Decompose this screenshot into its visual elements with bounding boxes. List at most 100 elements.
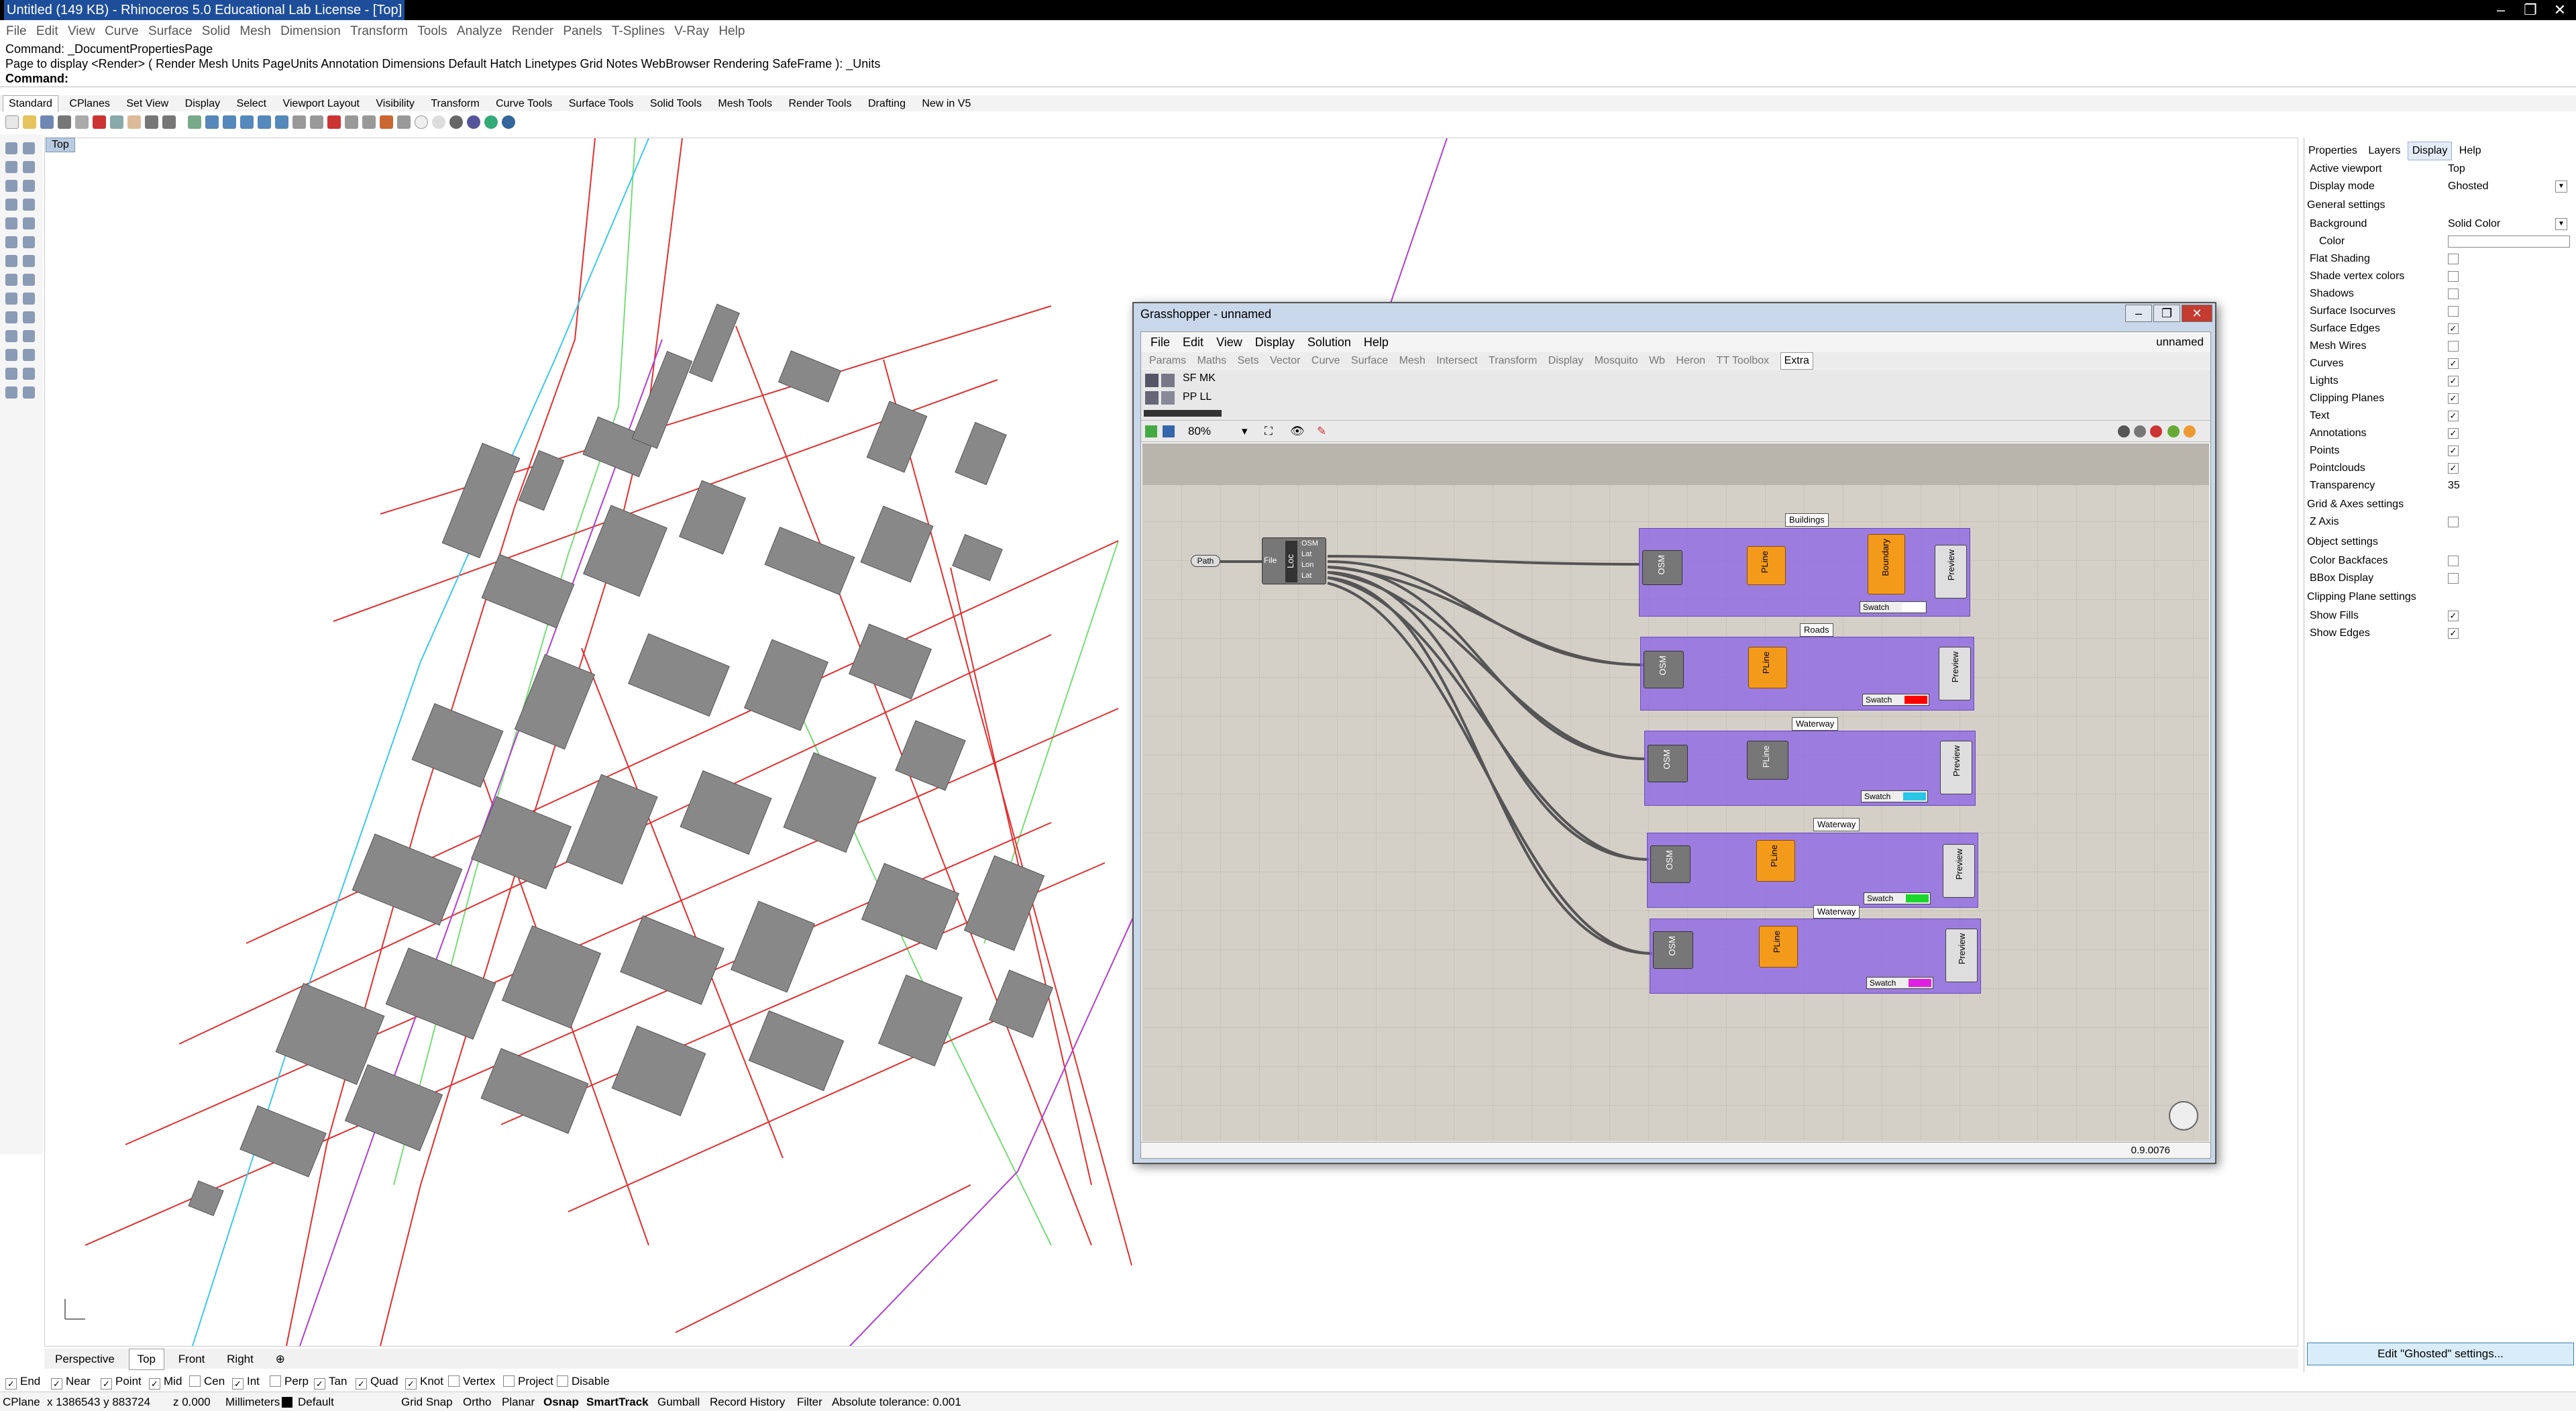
checkbox-icon[interactable]: ✓: [2448, 358, 2459, 369]
chevron-down-icon[interactable]: ▾: [1242, 421, 1248, 442]
background-value[interactable]: Solid Color: [2448, 215, 2500, 233]
flat-shading-row[interactable]: Flat Shading: [2310, 250, 2571, 268]
menu-mesh[interactable]: Mesh: [239, 21, 270, 42]
transparency-value[interactable]: 35: [2448, 477, 2460, 494]
display-mode-value[interactable]: Ghosted: [2448, 178, 2488, 195]
freeform-icon[interactable]: [23, 217, 35, 229]
checkbox-icon[interactable]: ✓: [2448, 376, 2459, 386]
tab-standard[interactable]: Standard: [3, 95, 58, 112]
trim-icon[interactable]: [23, 293, 35, 305]
help-icon[interactable]: [502, 115, 515, 129]
osnap-knot[interactable]: ✓ Knot: [405, 1371, 443, 1392]
component-icon[interactable]: [1145, 391, 1159, 405]
menu-curve[interactable]: Curve: [105, 21, 139, 42]
zoom-icon[interactable]: [223, 115, 236, 129]
waterway-group-1[interactable]: OSM PLine Preview Swatch: [1644, 731, 1976, 806]
tab-surface-tools[interactable]: Surface Tools: [564, 96, 639, 112]
component-icon[interactable]: [1145, 374, 1159, 387]
annotations-row[interactable]: Annotations ✓: [2310, 425, 2571, 442]
component-icon[interactable]: [1161, 374, 1175, 387]
text-icon[interactable]: [23, 368, 35, 380]
zoom-extents-icon[interactable]: ⛶: [1265, 421, 1273, 442]
lights-row[interactable]: Lights ✓: [2310, 372, 2571, 390]
osm-loc-component[interactable]: File Loc OSM Lat Lon Lat: [1262, 537, 1326, 584]
scale-icon[interactable]: [23, 330, 35, 342]
surface-edges-row[interactable]: Surface Edges ✓: [2310, 320, 2571, 337]
pline-component[interactable]: PLine: [1759, 926, 1798, 968]
gumball-toggle[interactable]: Gumball: [657, 1392, 700, 1411]
osnap-point[interactable]: ✓ Point: [101, 1371, 142, 1392]
menu-solid[interactable]: Solid: [202, 21, 230, 42]
surface-icon[interactable]: [5, 236, 17, 248]
grid-icon[interactable]: [292, 115, 306, 129]
undo-icon[interactable]: [145, 115, 158, 129]
menu-render[interactable]: Render: [512, 21, 553, 42]
close-icon[interactable]: ✕: [2546, 0, 2573, 20]
point-icon[interactable]: [23, 142, 35, 154]
minimize-icon[interactable]: –: [2125, 305, 2152, 322]
clipping-planes-row[interactable]: Clipping Planes ✓: [2310, 390, 2571, 407]
grasshopper-canvas[interactable]: Path File Loc OSM Lat Lon Lat OSM PLine …: [1142, 443, 2209, 1141]
render-tool-icon[interactable]: [23, 386, 35, 399]
chevron-down-icon[interactable]: ▼: [2555, 218, 2567, 230]
zoom-level[interactable]: 80%: [1188, 421, 1211, 442]
tab-solid-tools[interactable]: Solid Tools: [645, 96, 707, 112]
preview-eye-icon[interactable]: 👁: [1290, 421, 1305, 442]
bbox-display-row[interactable]: BBox Display: [2310, 570, 2571, 587]
new-file-icon[interactable]: [5, 115, 19, 129]
tab-viewport-layout[interactable]: Viewport Layout: [277, 96, 364, 112]
tab-select[interactable]: Select: [231, 96, 272, 112]
tab-set-view[interactable]: Set View: [121, 96, 174, 112]
osnap-mid[interactable]: ✓ Mid: [149, 1371, 182, 1392]
ribbon-row-2[interactable]: PP LL: [1183, 391, 1212, 403]
lights-icon[interactable]: [397, 115, 411, 129]
path-parameter[interactable]: Path: [1191, 555, 1220, 567]
swatch-component[interactable]: Swatch: [1864, 892, 1931, 904]
tab-display-panel[interactable]: Display: [2407, 142, 2453, 160]
select-icon[interactable]: [310, 115, 323, 129]
hide-icon[interactable]: [327, 115, 341, 129]
smarttrack-toggle[interactable]: SmartTrack: [586, 1392, 649, 1411]
checkbox-icon[interactable]: ✓: [2448, 323, 2459, 334]
gh-tab-curve[interactable]: Curve: [1311, 353, 1340, 369]
color-backfaces-row[interactable]: Color Backfaces: [2310, 552, 2571, 570]
transparency-row[interactable]: Transparency 35: [2310, 477, 2571, 494]
open-file-icon[interactable]: [1145, 425, 1157, 437]
viewport-label[interactable]: Top: [46, 138, 75, 152]
edit-display-settings-button[interactable]: Edit "Ghosted" settings...: [2307, 1343, 2574, 1365]
gh-tab-display[interactable]: Display: [1548, 353, 1583, 369]
osm-component[interactable]: OSM: [1653, 931, 1693, 969]
show-fills-row[interactable]: Show Fills ✓: [2310, 607, 2571, 625]
tab-front[interactable]: Front: [170, 1349, 213, 1369]
rotate-icon[interactable]: [5, 330, 17, 342]
pointclouds-row[interactable]: Pointclouds ✓: [2310, 460, 2571, 477]
rectangle-icon[interactable]: [23, 199, 35, 211]
osnap-vertex[interactable]: Vertex: [448, 1371, 495, 1392]
swatch-component[interactable]: Swatch: [1862, 694, 1929, 706]
menu-help[interactable]: Help: [718, 21, 745, 42]
ribbon-row-1[interactable]: SF MK: [1183, 372, 1216, 384]
surface-isocurves-row[interactable]: Surface Isocurves: [2310, 303, 2571, 320]
pline-component[interactable]: PLine: [1747, 741, 1788, 780]
show-edges-row[interactable]: Show Edges ✓: [2310, 625, 2571, 642]
z-axis-row[interactable]: Z Axis: [2310, 513, 2571, 531]
preview-component[interactable]: Preview: [1939, 647, 1971, 700]
document-properties-icon[interactable]: [75, 115, 89, 129]
circle-icon[interactable]: [5, 180, 17, 192]
pline-component[interactable]: PLine: [1748, 647, 1787, 688]
tab-layers[interactable]: Layers: [2364, 142, 2404, 160]
preview-component[interactable]: Preview: [1945, 929, 1978, 982]
boolean-icon[interactable]: [23, 274, 35, 286]
osnap-tan[interactable]: ✓ Tan: [314, 1371, 347, 1392]
gh-menu-view[interactable]: View: [1216, 332, 1242, 352]
checkbox-icon[interactable]: ✓: [2448, 611, 2459, 621]
gh-tab-mosquito[interactable]: Mosquito: [1595, 353, 1638, 369]
gh-tab-extra[interactable]: Extra: [1780, 352, 1813, 370]
menu-vray[interactable]: V-Ray: [674, 21, 709, 42]
gh-tab-surface[interactable]: Surface: [1351, 353, 1388, 369]
gh-tab-wb[interactable]: Wb: [1649, 353, 1665, 369]
maximize-icon[interactable]: ❐: [2517, 0, 2544, 20]
menu-dimension[interactable]: Dimension: [280, 21, 341, 42]
preview-selected-icon[interactable]: [2167, 425, 2180, 437]
display-mode-row[interactable]: Display mode Ghosted ▼: [2310, 178, 2571, 195]
